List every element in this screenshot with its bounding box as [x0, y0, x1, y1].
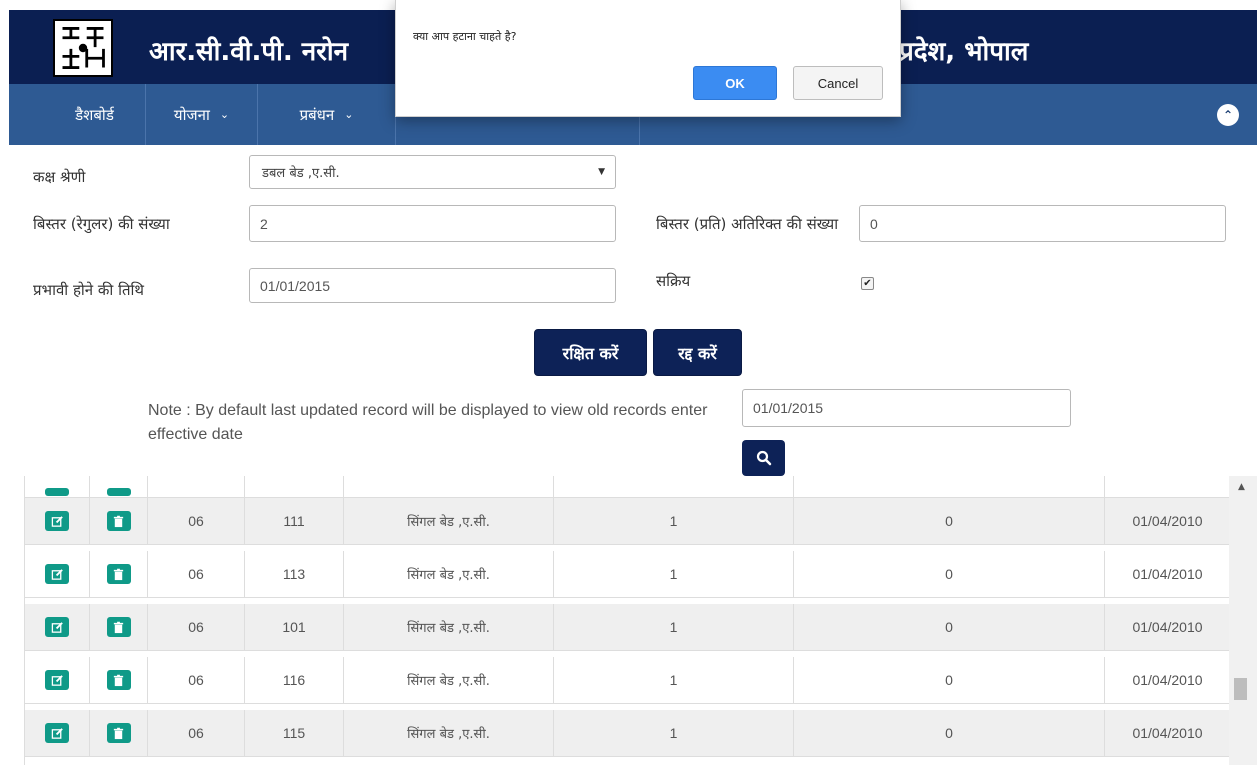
table-row-partial [25, 476, 1229, 498]
cell-room: 101 [245, 604, 344, 650]
scroll-up-icon[interactable]: ▲ [1238, 482, 1245, 492]
cell-code: 06 [148, 498, 245, 544]
cell-type: सिंगल बेड ,ए.सी. [344, 657, 554, 703]
nav-management-label: प्रबंधन [299, 105, 335, 124]
scroll-thumb[interactable] [1234, 678, 1247, 700]
search-date-input[interactable]: 01/01/2015 [742, 389, 1071, 427]
cell-code: 06 [148, 551, 245, 597]
cell-regular: 1 [554, 657, 794, 703]
table-row: 06 116 सिंगल बेड ,ए.सी. 1 0 01/04/2010 [25, 657, 1229, 704]
table-row: 06 113 सिंगल बेड ,ए.सी. 1 0 01/04/2010 [25, 551, 1229, 598]
delete-icon[interactable] [106, 723, 131, 743]
search-icon [756, 450, 771, 466]
regular-beds-label: बिस्तर (रेगुलर) की संख्या [33, 215, 170, 233]
table-row: 06 101 सिंगल बेड ,ए.सी. 1 0 01/04/2010 [25, 604, 1229, 651]
cell-extra: 0 [794, 498, 1105, 544]
cell-extra: 0 [794, 657, 1105, 703]
cell-extra: 0 [794, 551, 1105, 597]
nav-management[interactable]: प्रबंधन ⌄ [258, 84, 396, 145]
edit-icon[interactable] [45, 487, 69, 496]
cell-regular: 1 [554, 498, 794, 544]
extra-beds-label: बिस्तर (प्रति) अतिरिक्त की संख्या [656, 215, 839, 233]
room-category-select[interactable]: डबल बेड ,ए.सी. ▼ [249, 155, 616, 189]
effective-date-input[interactable]: 01/01/2015 [249, 268, 616, 303]
dialog-message: क्या आप हटाना चाहते है? [413, 30, 517, 43]
chevron-down-icon: ⌄ [344, 108, 354, 121]
delete-icon[interactable] [106, 487, 131, 496]
cell-type: सिंगल बेड ,ए.सी. [344, 710, 554, 756]
chevron-down-icon: ⌄ [219, 108, 230, 121]
chevron-up-circle-icon[interactable]: ⌃ [1217, 104, 1239, 126]
save-button[interactable]: रक्षित करें [534, 329, 647, 376]
cell-date: 01/04/2010 [1132, 513, 1203, 529]
cell-room: 116 [245, 657, 344, 703]
delete-icon[interactable] [106, 670, 131, 690]
table-row: 06 111 सिंगल बेड ,ए.सी. 1 0 01/04/2010 [25, 498, 1229, 545]
cell-extra: 0 [794, 604, 1105, 650]
table-row: 06 115 सिंगल बेड ,ए.सी. 1 0 01/04/2010 [25, 710, 1229, 757]
effective-date-label: प्रभावी होने की तिथि [33, 281, 144, 299]
cell-type: सिंगल बेड ,ए.सी. [344, 551, 554, 597]
cell-regular: 1 [554, 604, 794, 650]
table-scrollbar[interactable]: ▲ [1229, 476, 1257, 765]
extra-beds-value: 0 [870, 215, 878, 232]
app-title: आर.सी.वी.पी. नरोन [149, 37, 348, 67]
delete-icon[interactable] [106, 617, 131, 637]
search-date-value: 01/01/2015 [753, 400, 824, 416]
cell-extra: 0 [794, 710, 1105, 756]
cell-date: 01/04/2010 [1132, 672, 1203, 688]
search-note: Note : By default last updated record wi… [148, 402, 708, 443]
edit-icon[interactable] [45, 564, 69, 584]
edit-icon[interactable] [45, 617, 69, 637]
edit-icon[interactable] [45, 670, 69, 690]
regular-beds-input[interactable]: 2 [249, 205, 616, 242]
cell-date: 01/04/2010 [1132, 566, 1203, 582]
cell-regular: 1 [554, 551, 794, 597]
confirm-dialog: क्या आप हटाना चाहते है? OK Cancel [395, 0, 901, 117]
cell-room: 115 [245, 710, 344, 756]
room-category-label: कक्ष श्रेणी [33, 168, 86, 186]
delete-icon[interactable] [106, 511, 131, 531]
cell-type: सिंगल बेड ,ए.सी. [344, 604, 554, 650]
app-title-right: प्रदेश, भोपाल [899, 37, 1029, 67]
effective-date-value: 01/01/2015 [260, 277, 331, 294]
logo-icon [53, 19, 113, 77]
edit-icon[interactable] [45, 511, 69, 531]
nav-scheme-label: योजना [173, 105, 210, 124]
nav-scheme[interactable]: योजना ⌄ [146, 84, 258, 145]
cell-code: 06 [148, 710, 245, 756]
cell-type: सिंगल बेड ,ए.सी. [344, 498, 554, 544]
delete-icon[interactable] [106, 564, 131, 584]
cell-date: 01/04/2010 [1132, 725, 1203, 741]
room-category-value: डबल बेड ,ए.सी. [262, 166, 340, 181]
extra-beds-input[interactable]: 0 [859, 205, 1226, 242]
active-label: सक्रिय [656, 272, 691, 290]
nav-dashboard[interactable]: डैशबोर्ड [44, 84, 146, 145]
edit-icon[interactable] [45, 723, 69, 743]
ok-button[interactable]: OK [693, 66, 777, 100]
cell-date: 01/04/2010 [1132, 619, 1203, 635]
cell-room: 113 [245, 551, 344, 597]
rooms-table: 06 111 सिंगल बेड ,ए.सी. 1 0 01/04/2010 0… [24, 476, 1229, 765]
cell-room: 111 [245, 498, 344, 544]
regular-beds-value: 2 [260, 215, 268, 232]
search-button[interactable] [742, 440, 785, 476]
cell-code: 06 [148, 604, 245, 650]
cell-code: 06 [148, 657, 245, 703]
nav-dashboard-label: डैशबोर्ड [75, 105, 114, 124]
active-checkbox[interactable]: ✔ [861, 277, 874, 290]
cancel-button[interactable]: रद्द करें [653, 329, 742, 376]
dropdown-arrow-icon: ▼ [598, 167, 605, 177]
dialog-cancel-button[interactable]: Cancel [793, 66, 883, 100]
cell-regular: 1 [554, 710, 794, 756]
